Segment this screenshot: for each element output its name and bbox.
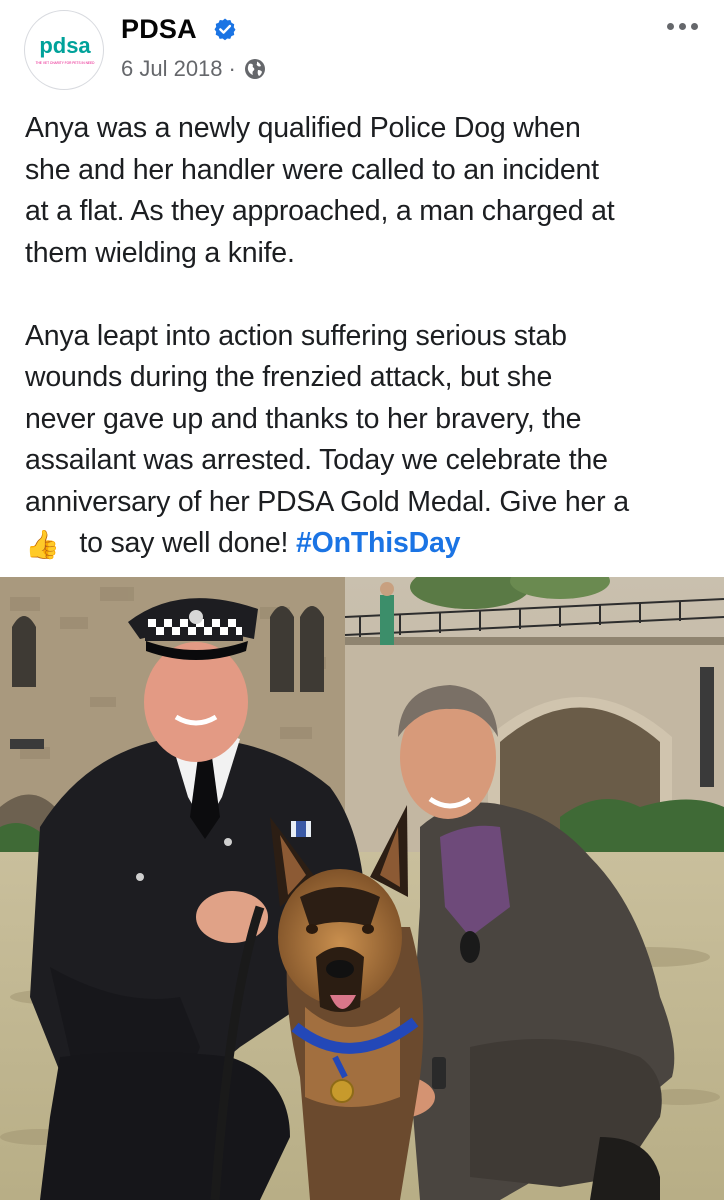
- logo-wordmark: pdsa: [39, 33, 91, 58]
- logo-tagline: THE VET CHARITY FOR PETS IN NEED: [36, 61, 96, 65]
- post-text-line: at a flat. As they approached, a man cha…: [25, 195, 615, 227]
- page-avatar[interactable]: pdsa THE VET CHARITY FOR PETS IN NEED: [24, 10, 104, 90]
- post-text-last-line: 👍 to say well done! #OnThisDay: [25, 523, 715, 566]
- post-text-line: never gave up and thanks to her bravery,…: [25, 402, 582, 435]
- post-text-line: them wielding a knife.: [25, 236, 295, 269]
- post-text-line: Anya leapt into action suffering serious…: [25, 319, 567, 352]
- post-photo-image: [0, 577, 724, 1200]
- post-meta: 6 Jul 2018 ·: [121, 56, 266, 82]
- more-options-button[interactable]: [660, 12, 704, 40]
- thumbs-up-icon: 👍: [25, 529, 60, 560]
- post-text-line: to say well done!: [71, 527, 296, 559]
- globe-icon[interactable]: [244, 58, 266, 80]
- hashtag-link[interactable]: #OnThisDay: [296, 527, 460, 559]
- post-text-line: anniversary of her PDSA Gold Medal. Give…: [25, 485, 629, 518]
- verified-badge-icon: [214, 18, 236, 41]
- meta-separator: ·: [228, 56, 236, 81]
- pdsa-logo-icon: pdsa THE VET CHARITY FOR PETS IN NEED: [36, 33, 96, 65]
- post-text-line: wounds during the frenzied attack, but s…: [25, 361, 553, 393]
- post-text-line: assailant was arrested. Today we celebra…: [25, 444, 608, 476]
- post-text-line: she and her handler were called to an in…: [25, 153, 599, 186]
- facebook-post: pdsa THE VET CHARITY FOR PETS IN NEED PD…: [0, 0, 724, 1200]
- post-header: pdsa THE VET CHARITY FOR PETS IN NEED PD…: [0, 0, 724, 100]
- more-options-icon: [666, 22, 674, 30]
- post-text-line: Anya was a newly qualified Police Dog wh…: [25, 112, 581, 144]
- page-name[interactable]: PDSA: [121, 14, 197, 45]
- post-date[interactable]: 6 Jul 2018: [121, 56, 223, 82]
- post-text: Anya was a newly qualified Police Dog wh…: [25, 108, 715, 566]
- post-photo[interactable]: [0, 577, 724, 1200]
